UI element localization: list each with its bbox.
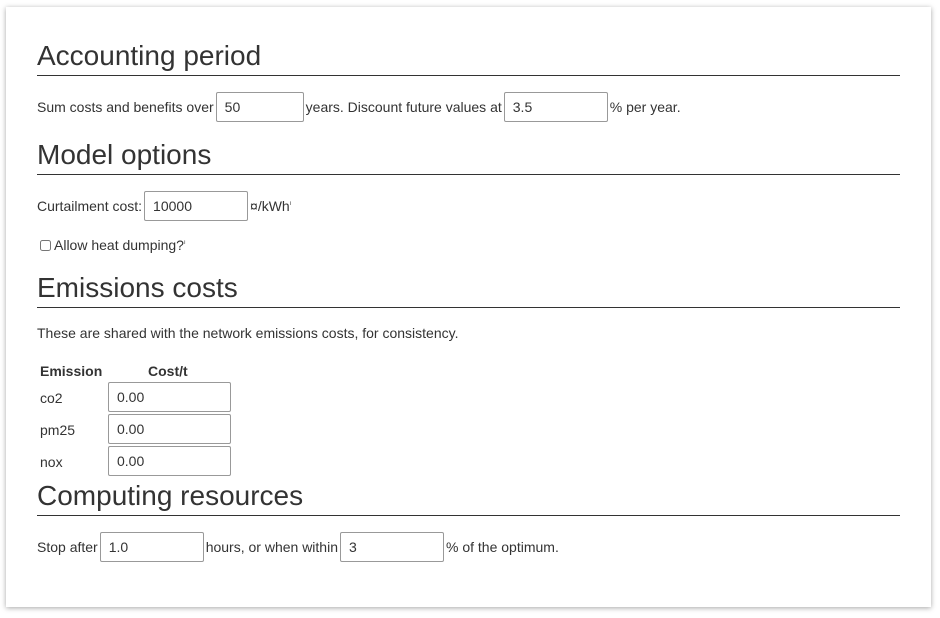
emission-cost-input-pm25[interactable] [108, 414, 231, 444]
emission-cost-input-nox[interactable] [108, 446, 231, 476]
discount-label: years. Discount future values at [305, 99, 502, 115]
optimum-label: % of the optimum. [446, 539, 559, 555]
years-input[interactable] [215, 92, 304, 122]
curtailment-help-icon[interactable]: ⁱ [290, 200, 292, 211]
settings-panel: Accounting period Sum costs and benefits… [6, 7, 931, 607]
hours-input[interactable] [99, 532, 204, 562]
computing-row: Stop after hours, or when within % of th… [37, 532, 559, 562]
stop-after-label: Stop after [37, 539, 98, 555]
column-header-emission: Emission [40, 363, 103, 379]
optimum-within-input[interactable] [340, 532, 444, 562]
emissions-description: These are shared with the network emissi… [37, 325, 459, 341]
column-header-cost: Cost/t [148, 363, 188, 379]
curtailment-unit: ¤/kWh [250, 198, 290, 214]
curtailment-label: Curtailment cost: [37, 198, 143, 214]
hours-label: hours, or when within [205, 539, 338, 555]
section-title-model-options: Model options [37, 139, 900, 175]
heat-dumping-label[interactable]: Allow heat dumping? [54, 237, 184, 253]
section-title-accounting-period: Accounting period [37, 40, 900, 76]
section-title-computing-resources: Computing resources [37, 480, 900, 516]
sum-label: Sum costs and benefits over [37, 99, 214, 115]
emission-name-co2: co2 [40, 390, 63, 406]
heat-dumping-help-icon[interactable]: ⁱ [184, 239, 186, 250]
discount-rate-input[interactable] [503, 92, 608, 122]
emission-name-pm25: pm25 [40, 422, 76, 438]
per-year-label: % per year. [609, 99, 681, 115]
curtailment-cost-input[interactable] [144, 191, 249, 221]
accounting-row: Sum costs and benefits over years. Disco… [37, 92, 681, 122]
curtailment-row: Curtailment cost: ¤/kWhⁱ [37, 191, 291, 221]
heat-dumping-row: Allow heat dumping? ⁱ [36, 237, 186, 253]
emission-cost-input-co2[interactable] [108, 382, 231, 412]
section-title-emissions-costs: Emissions costs [37, 272, 900, 308]
emission-name-nox: nox [40, 454, 63, 470]
heat-dumping-checkbox[interactable] [40, 239, 51, 251]
